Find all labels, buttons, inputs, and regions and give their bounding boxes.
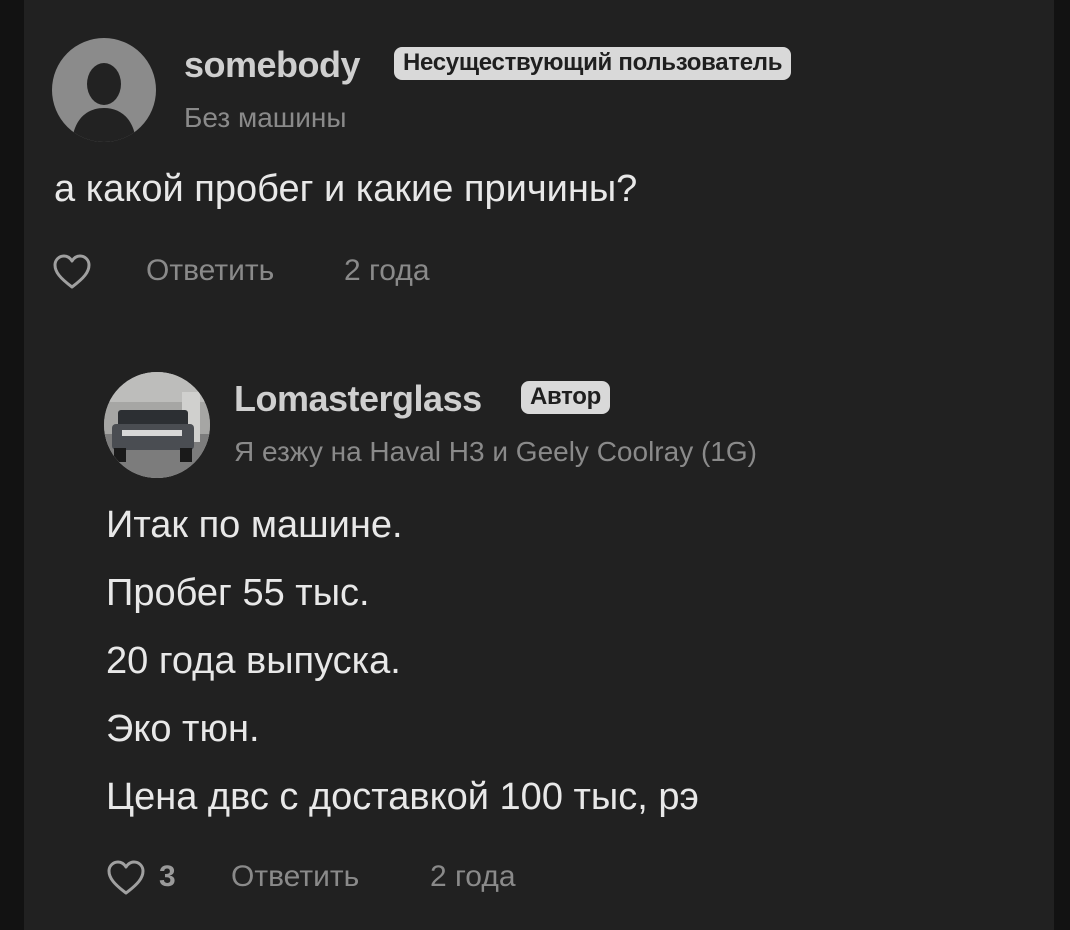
heart-outline-icon[interactable] bbox=[106, 860, 146, 896]
comment-line: Итак по машине. bbox=[106, 504, 403, 546]
car-photo-avatar bbox=[104, 372, 210, 478]
user-car: Я езжу на Haval H3 и Geely Coolray (1G) bbox=[234, 436, 757, 467]
like-count: 3 bbox=[159, 860, 176, 893]
avatar[interactable] bbox=[104, 372, 210, 478]
comment-line: 20 года выпуска. bbox=[106, 640, 401, 682]
comment-line: Пробег 55 тыс. bbox=[106, 572, 370, 614]
comment-line: Цена двс с доставкой 100 тыс, рэ bbox=[106, 776, 699, 818]
reply-button[interactable]: Ответить bbox=[231, 860, 359, 894]
comment-reply: Lomasterglass Автор Я езжу на Haval H3 и… bbox=[24, 0, 1054, 930]
comment-time: 2 года bbox=[430, 860, 516, 893]
comment-line: Эко тюн. bbox=[106, 708, 260, 750]
comments-panel: somebody Несуществующий пользователь Без… bbox=[24, 0, 1054, 930]
author-badge: Автор bbox=[521, 381, 611, 414]
username[interactable]: Lomasterglass bbox=[234, 378, 482, 420]
